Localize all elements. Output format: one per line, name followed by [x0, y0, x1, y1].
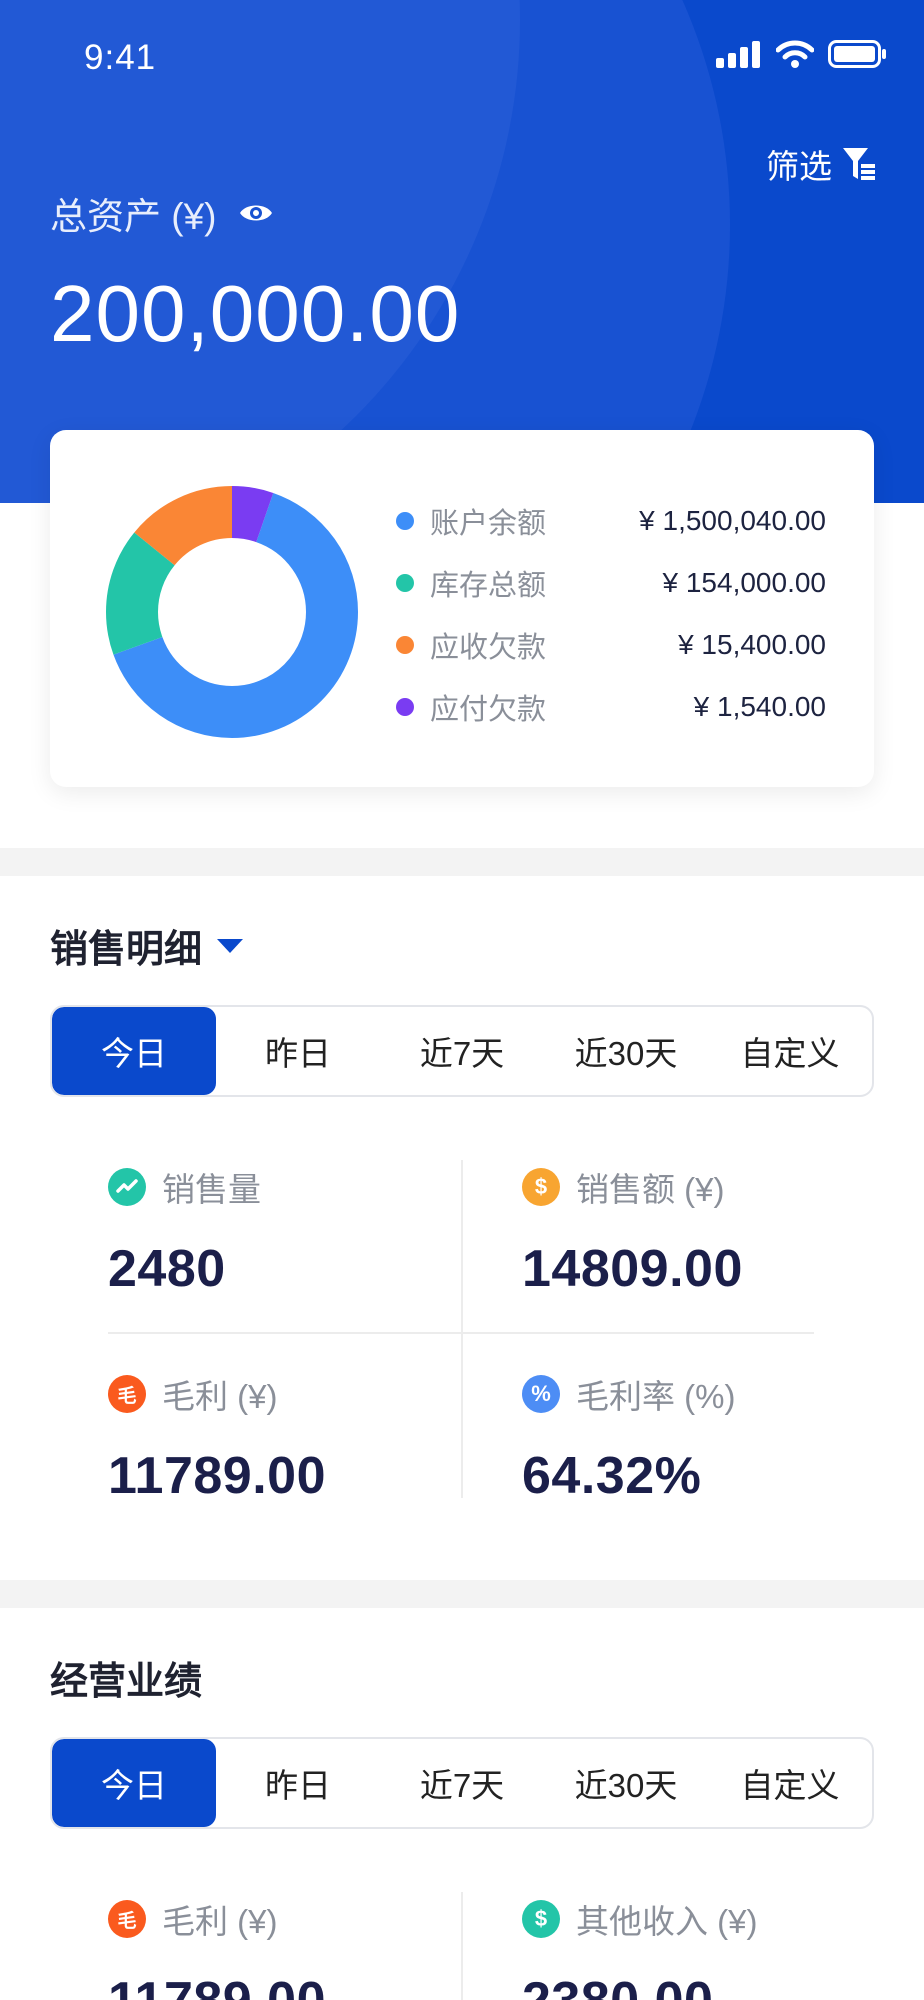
stat-value: 64.32%: [522, 1447, 702, 1505]
stat-other-income: $ 其他收入 (¥) 2380.00: [522, 1895, 875, 2000]
legend-value: ¥ 1,500,040.00: [639, 505, 826, 536]
tab-custom[interactable]: 自定义: [708, 1007, 872, 1095]
stat-label: 毛利 (¥): [162, 1903, 278, 1940]
eye-icon[interactable]: [239, 201, 273, 225]
legend-value: ¥ 15,400.00: [678, 629, 826, 660]
stats-divider-horizontal: [108, 1332, 814, 1334]
section-divider: [0, 848, 924, 876]
stat-value: 11789.00: [108, 1447, 327, 1505]
legend-name: 库存总额: [430, 570, 547, 602]
total-assets-title: 总资产 (¥): [50, 196, 217, 237]
stats-divider-vertical: [461, 1160, 463, 1498]
tab-7-days[interactable]: 近7天: [380, 1007, 544, 1095]
status-bar: 9:41: [0, 0, 924, 110]
percent-icon: %: [522, 1375, 560, 1413]
tab-custom[interactable]: 自定义: [708, 1739, 872, 1827]
stats-divider-vertical: [461, 1892, 463, 2000]
legend-name: 账户余额: [430, 508, 547, 540]
tab-30-days[interactable]: 近30天: [544, 1007, 708, 1095]
legend-dot: [396, 636, 414, 654]
asset-donut-chart: [106, 486, 358, 738]
legend-item-inventory: 库存总额 ¥ 154,000.00: [396, 552, 826, 614]
stat-label: 销售量: [162, 1171, 261, 1208]
status-icons: [716, 40, 888, 68]
stat-label: 其他收入 (¥): [576, 1903, 758, 1940]
filter-label: 筛选: [766, 148, 832, 185]
legend-item-payable: 应付欠款 ¥ 1,540.00: [396, 676, 826, 738]
tab-yesterday[interactable]: 昨日: [216, 1007, 380, 1095]
stat-label: 毛利 (¥): [162, 1378, 278, 1415]
legend-dot: [396, 574, 414, 592]
stat-value: 11789.00: [108, 1971, 461, 2000]
legend-name: 应付欠款: [430, 694, 547, 726]
asset-breakdown-card: 账户余额 ¥ 1,500,040.00 库存总额 ¥ 154,000.00 应收…: [50, 430, 874, 787]
mao-icon: 毛: [108, 1375, 146, 1413]
tab-yesterday[interactable]: 昨日: [216, 1739, 380, 1827]
legend-name: 应收欠款: [430, 632, 547, 664]
legend-item-balance: 账户余额 ¥ 1,500,040.00: [396, 490, 826, 552]
legend-dot: [396, 512, 414, 530]
total-assets-value: 200,000.00: [50, 269, 461, 358]
stat-label: 销售额 (¥): [576, 1171, 725, 1208]
legend-value: ¥ 1,540.00: [693, 691, 826, 722]
stat-sales-quantity: 销售量 2480: [108, 1163, 461, 1299]
sales-period-tabs: 今日 昨日 近7天 近30天 自定义: [50, 1005, 874, 1097]
tab-7-days[interactable]: 近7天: [380, 1739, 544, 1827]
filter-icon: [843, 148, 875, 180]
stat-gross-margin: % 毛利率 (%) 64.32%: [522, 1370, 875, 1506]
tab-30-days[interactable]: 近30天: [544, 1739, 708, 1827]
operations-title: 经营业绩: [50, 1661, 203, 1703]
caret-down-icon: [217, 938, 244, 953]
battery-icon: [828, 40, 886, 68]
signal-icon: [716, 41, 760, 68]
legend-item-receivable: 应收欠款 ¥ 15,400.00: [396, 614, 826, 676]
stat-value: 2380.00: [522, 1971, 875, 2000]
section-divider: [0, 1580, 924, 1608]
legend-dot: [396, 698, 414, 716]
dollar-icon: $: [522, 1168, 560, 1206]
check-icon: [108, 1168, 146, 1206]
stat-value: 14809.00: [522, 1240, 743, 1298]
wifi-icon: [776, 40, 814, 68]
legend-value: ¥ 154,000.00: [662, 567, 827, 598]
mao-icon: 毛: [108, 1900, 146, 1938]
asset-legend: 账户余额 ¥ 1,500,040.00 库存总额 ¥ 154,000.00 应收…: [396, 490, 826, 738]
stat-gross-profit: 毛 毛利 (¥) 11789.00: [108, 1370, 461, 1506]
sales-section-title[interactable]: 销售明细: [50, 918, 244, 973]
sales-title: 销售明细: [50, 929, 203, 971]
operations-period-tabs: 今日 昨日 近7天 近30天 自定义: [50, 1737, 874, 1829]
stat-value: 2480: [108, 1240, 226, 1298]
stat-label: 毛利率 (%): [576, 1378, 736, 1415]
stat-sales-amount: $ 销售额 (¥) 14809.00: [522, 1163, 875, 1299]
stat-op-gross-profit: 毛 毛利 (¥) 11789.00: [108, 1895, 461, 2000]
tab-today[interactable]: 今日: [52, 1007, 216, 1095]
total-assets-label: 总资产 (¥): [50, 186, 273, 240]
tab-today[interactable]: 今日: [52, 1739, 216, 1827]
filter-button[interactable]: 筛选: [766, 140, 876, 188]
operations-section-title: 经营业绩: [50, 1650, 202, 1705]
status-time: 9:41: [84, 38, 157, 77]
dollar-icon: $: [522, 1900, 560, 1938]
